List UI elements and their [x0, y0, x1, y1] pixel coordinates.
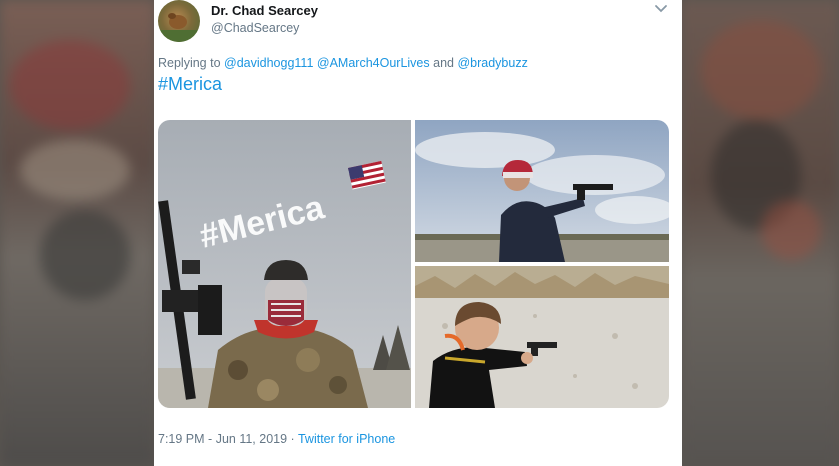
tweet-date[interactable]: Jun 11, 2019: [216, 432, 287, 446]
mention-link[interactable]: @bradybuzz: [457, 56, 527, 70]
user-handle[interactable]: @ChadSearcey: [211, 21, 299, 35]
source-separator: ·: [290, 432, 295, 446]
photo-woman-with-pistol[interactable]: [415, 120, 669, 262]
tweet-time[interactable]: 7:19 PM: [158, 432, 205, 446]
chevron-down-icon[interactable]: [654, 3, 668, 15]
tweet-source-link[interactable]: Twitter for iPhone: [298, 432, 395, 446]
display-name[interactable]: Dr. Chad Searcey: [211, 3, 318, 18]
replying-to-label: Replying to: [158, 56, 221, 70]
photo-man-with-rifle[interactable]: #Merica: [158, 120, 411, 408]
photo-grid: #Merica: [158, 120, 669, 408]
replying-and-text: and: [433, 56, 454, 70]
mention-link[interactable]: @AMarch4OurLives: [317, 56, 430, 70]
left-blurred-background: [0, 0, 155, 466]
tweet-meta: 7:19 PM - Jun 11, 2019 · Twitter for iPh…: [158, 432, 395, 446]
mention-link[interactable]: @davidhogg111: [224, 56, 313, 70]
avatar-photo: [158, 13, 200, 42]
replying-to-line: Replying to @davidhogg111 @AMarch4OurLiv…: [158, 56, 528, 70]
photo-child-with-pistol[interactable]: [415, 266, 669, 408]
tweet-hashtag[interactable]: #Merica: [158, 74, 222, 95]
tweet-card: Dr. Chad Searcey @ChadSearcey Replying t…: [154, 0, 682, 466]
avatar[interactable]: [158, 0, 200, 42]
date-separator: -: [208, 432, 213, 446]
right-blurred-background: [681, 0, 839, 466]
